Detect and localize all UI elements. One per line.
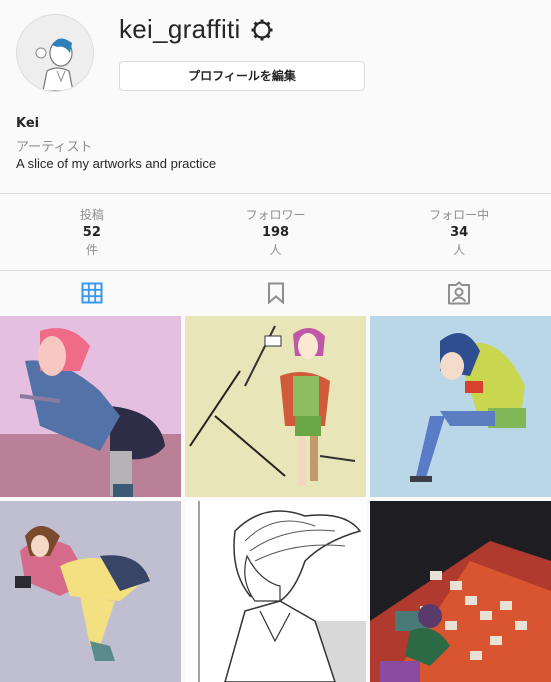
tab-posts-grid[interactable] (0, 270, 184, 315)
stat-unit: 件 (85, 243, 98, 257)
stat-following[interactable]: フォロー中 34 人 (367, 194, 551, 270)
edit-profile-button[interactable]: プロフィールを編集 (119, 61, 365, 91)
bookmark-icon (267, 282, 284, 304)
stat-unit: 人 (269, 243, 282, 257)
stat-value: 198 (261, 225, 290, 240)
stat-unit: 人 (453, 243, 466, 257)
username: kei_graffiti (119, 14, 241, 44)
tab-saved[interactable] (184, 270, 368, 315)
stat-value: 52 (82, 225, 101, 240)
profile-name: Kei (16, 116, 40, 131)
profile-stats: 投稿 52 件 フォロワー 198 人 フォロー中 34 人 (0, 193, 551, 271)
tagged-icon (448, 281, 471, 304)
avatar[interactable] (16, 14, 94, 92)
profile-bio: A slice of my artworks and practice (16, 156, 217, 171)
post-thumbnail[interactable] (370, 316, 551, 497)
post-thumbnail[interactable] (0, 316, 181, 497)
stat-label: フォロー中 (429, 208, 490, 222)
posts-grid (0, 316, 551, 682)
settings-gear-icon[interactable] (250, 18, 274, 42)
post-thumbnail[interactable] (0, 501, 181, 682)
grid-icon (81, 282, 103, 303)
stat-followers[interactable]: フォロワー 198 人 (184, 194, 368, 270)
post-thumbnail[interactable] (370, 501, 551, 682)
profile-category: アーティスト (16, 140, 93, 155)
profile-tabs (0, 270, 551, 315)
post-thumbnail[interactable] (185, 501, 366, 682)
post-thumbnail[interactable] (185, 316, 366, 497)
stat-label: 投稿 (79, 208, 104, 222)
tab-tagged[interactable] (367, 270, 551, 315)
profile-header: kei_graffiti プロフィールを編集 Kei アーティスト A slic… (0, 0, 551, 193)
stat-value: 34 (450, 225, 469, 240)
stat-label: フォロワー (245, 208, 306, 222)
stat-posts[interactable]: 投稿 52 件 (0, 194, 184, 270)
